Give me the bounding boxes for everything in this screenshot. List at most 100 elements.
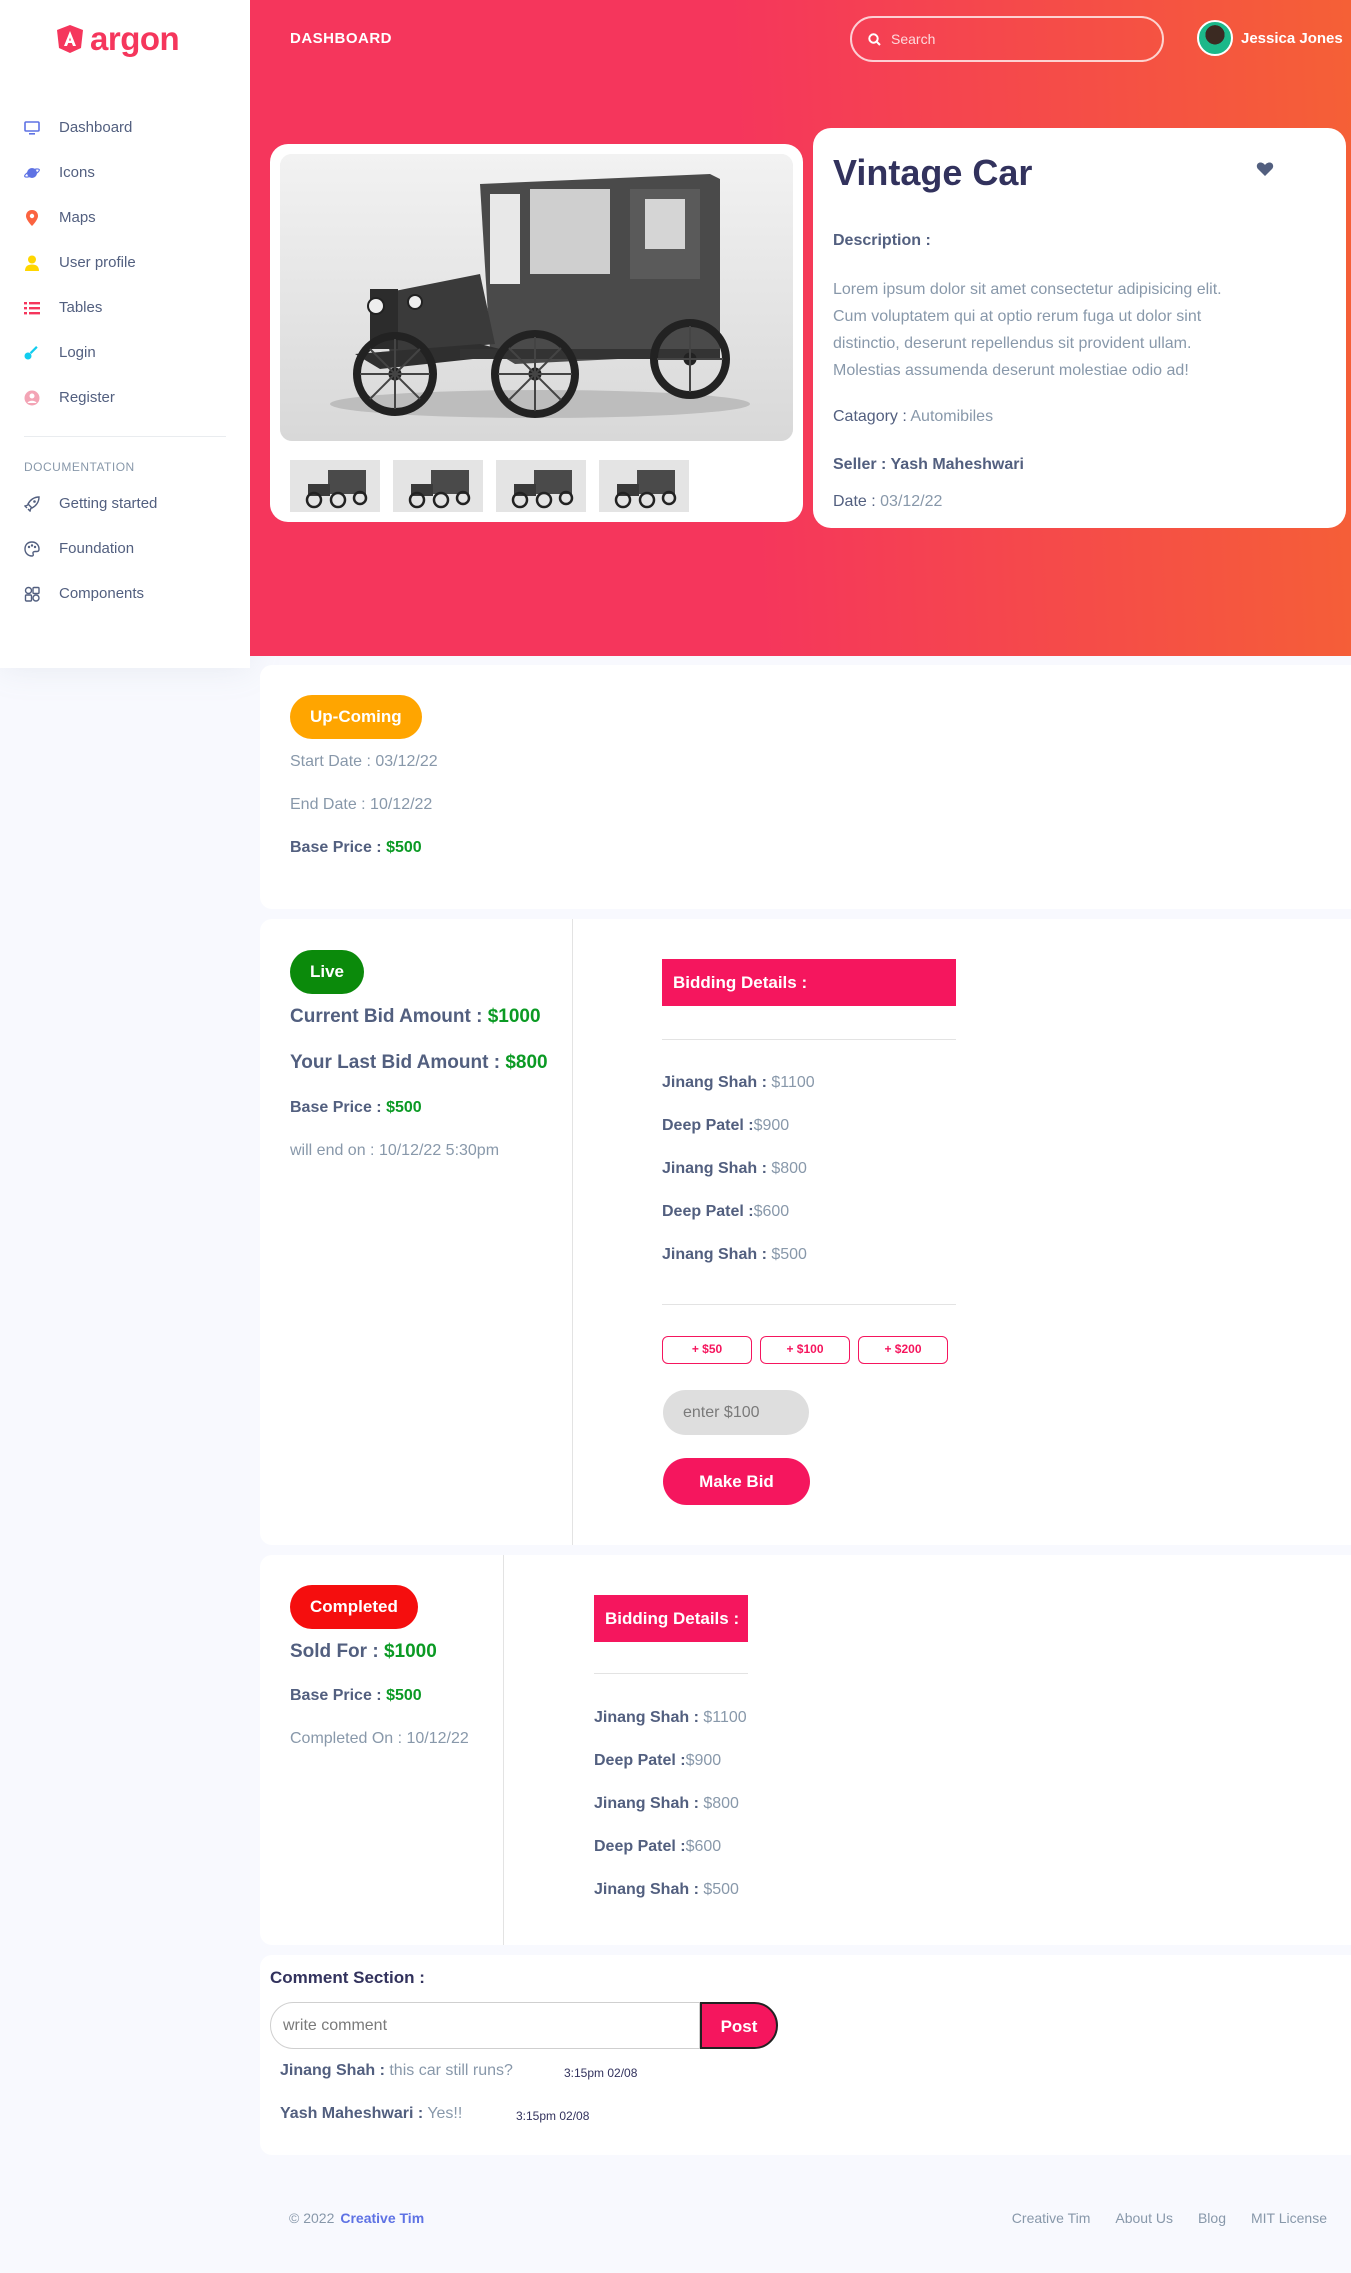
bidder-name: Deep Patel : — [594, 1838, 686, 1855]
sidebar-item-dashboard[interactable]: Dashboard — [0, 105, 250, 150]
seller-label: Seller : — [833, 456, 887, 473]
comment-text: Yes!! — [423, 2105, 463, 2122]
thumbnail-3[interactable] — [496, 460, 586, 512]
sidebar-item-label: Icons — [59, 164, 95, 181]
heart-icon[interactable] — [1256, 160, 1274, 178]
palette-icon — [24, 540, 40, 557]
sold-row: Sold For : $1000 — [290, 1641, 437, 1663]
current-bid-value: $1000 — [487, 1006, 541, 1027]
category-value: Automibiles — [910, 408, 994, 425]
product-description: Lorem ipsum dolor sit amet consectetur a… — [833, 281, 1222, 379]
increment-buttons: + $50 + $100 + $200 — [662, 1336, 956, 1364]
bid-amount: $1100 — [766, 1074, 815, 1091]
bidding-details-header: Bidding Details : — [594, 1595, 748, 1642]
base-price-row: Base Price : $500 — [290, 1099, 422, 1117]
sidebar-item-label: Getting started — [59, 495, 158, 512]
bid-row: Jinang Shah : $500 — [594, 1881, 739, 1899]
thumbnail-1[interactable] — [290, 460, 380, 512]
comment-timestamp: 3:15pm 02/08 — [564, 2066, 638, 2080]
make-bid-button[interactable]: Make Bid — [663, 1458, 810, 1505]
brand-logo-link[interactable]: argon — [56, 20, 180, 58]
product-title: Vintage Car — [833, 152, 1033, 193]
bid-amount: $800 — [698, 1795, 739, 1812]
bid-amount: $500 — [698, 1881, 739, 1898]
sidebar-item-register[interactable]: Register — [0, 375, 250, 420]
list-icon — [24, 300, 40, 316]
page-title[interactable]: DASHBOARD — [290, 30, 392, 47]
bid-amount-input[interactable] — [663, 1390, 809, 1435]
divider — [662, 1039, 956, 1040]
sidebar-item-foundation[interactable]: Foundation — [0, 526, 250, 571]
user-menu[interactable]: Jessica Jones — [1197, 20, 1343, 56]
thumbnail-strip — [290, 460, 689, 512]
status-badge: Live — [290, 950, 365, 994]
date-label: Date : — [833, 493, 876, 510]
bid-amount: $900 — [753, 1117, 790, 1134]
base-price-label: Base Price : — [290, 1687, 382, 1704]
base-price-label: Base Price : — [290, 1099, 382, 1116]
last-bid-row: Your Last Bid Amount : $800 — [290, 1052, 548, 1074]
user-name: Jessica Jones — [1241, 29, 1343, 47]
bid-row: Deep Patel :$900 — [662, 1117, 789, 1135]
bid-amount: $600 — [753, 1203, 790, 1220]
user-icon — [24, 255, 40, 271]
category-label: Catagory : — [833, 408, 907, 425]
bid-row: Deep Patel :$900 — [594, 1752, 721, 1770]
bid-row: Jinang Shah : $500 — [662, 1246, 807, 1264]
post-comment-button[interactable]: Post — [700, 2002, 778, 2049]
sidebar-item-getting-started[interactable]: Getting started — [0, 481, 250, 526]
footer-link-about-us[interactable]: About Us — [1115, 2210, 1173, 2226]
status-badge: Completed — [290, 1585, 418, 1629]
sidebar-item-icons[interactable]: Icons — [0, 150, 250, 195]
comment-input[interactable] — [270, 2002, 700, 2049]
bid-row: Jinang Shah : $800 — [594, 1795, 739, 1813]
bid-amount: $900 — [685, 1752, 722, 1769]
increment-200-button[interactable]: + $200 — [858, 1336, 948, 1364]
comment-author: Jinang Shah : — [280, 2062, 385, 2079]
last-bid-value: $800 — [505, 1052, 548, 1073]
date-row: Date : 03/12/22 — [833, 493, 942, 511]
sidebar: argon Dashboard Icons Maps User profile … — [0, 0, 250, 668]
comment-author: Yash Maheshwari : — [280, 2105, 424, 2122]
bid-row: Jinang Shah : $1100 — [594, 1709, 747, 1727]
category-row: Catagory : Automibiles — [833, 408, 993, 426]
upcoming-auction-card: Up-Coming Start Date : 03/12/22 End Date… — [260, 665, 1351, 909]
footer-link-mit-license[interactable]: MIT License — [1251, 2210, 1327, 2226]
thumbnail-2[interactable] — [393, 460, 483, 512]
base-price-value: $500 — [386, 1099, 422, 1116]
last-bid-label: Your Last Bid Amount : — [290, 1052, 501, 1073]
bidder-name: Jinang Shah : — [594, 1709, 699, 1726]
circle-user-icon — [24, 390, 40, 406]
bid-amount: $800 — [766, 1160, 807, 1177]
sidebar-item-maps[interactable]: Maps — [0, 195, 250, 240]
sidebar-item-login[interactable]: Login — [0, 330, 250, 375]
bidder-name: Deep Patel : — [662, 1117, 754, 1134]
sidebar-item-components[interactable]: Components — [0, 571, 250, 616]
creative-tim-link[interactable]: Creative Tim — [340, 2210, 424, 2226]
sidebar-item-user-profile[interactable]: User profile — [0, 240, 250, 285]
bidder-name: Jinang Shah : — [662, 1074, 767, 1091]
footer-link-blog[interactable]: Blog — [1198, 2210, 1226, 2226]
seller-value: Yash Maheshwari — [890, 456, 1024, 473]
bid-row: Jinang Shah : $800 — [662, 1160, 807, 1178]
base-price-row: Base Price : $500 — [290, 1687, 422, 1705]
search-icon — [868, 32, 881, 46]
status-badge: Up-Coming — [290, 695, 422, 739]
increment-100-button[interactable]: + $100 — [760, 1336, 850, 1364]
search-box[interactable] — [850, 16, 1164, 62]
increment-50-button[interactable]: + $50 — [662, 1336, 752, 1364]
sidebar-item-tables[interactable]: Tables — [0, 285, 250, 330]
completed-auction-card: Completed Sold For : $1000 Base Price : … — [260, 1555, 1351, 1945]
base-price-value: $500 — [386, 1687, 422, 1704]
thumbnail-4[interactable] — [599, 460, 689, 512]
footer-link-creative-tim[interactable]: Creative Tim — [1012, 2210, 1091, 2226]
bid-row: Deep Patel :$600 — [662, 1203, 789, 1221]
footer-links: Creative Tim About Us Blog MIT License — [1012, 2210, 1327, 2226]
sidebar-item-label: Components — [59, 585, 145, 602]
bidder-name: Deep Patel : — [662, 1203, 754, 1220]
search-input[interactable] — [891, 31, 1141, 47]
date-value: 03/12/22 — [880, 493, 943, 510]
base-price-value: $500 — [386, 839, 422, 856]
copyright-text: © 2022 — [289, 2210, 335, 2226]
column-divider — [503, 1555, 504, 1945]
